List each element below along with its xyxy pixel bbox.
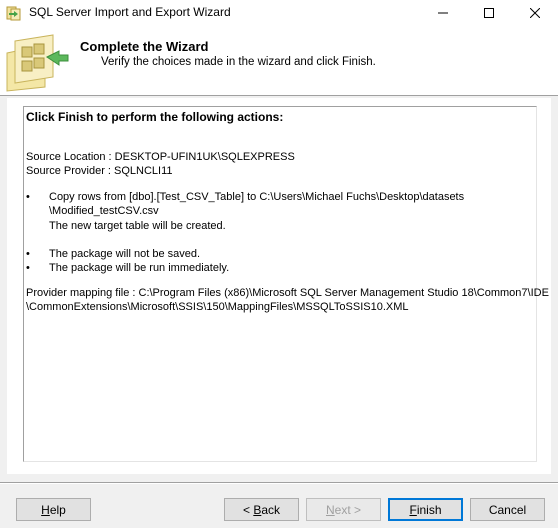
help-mnemonic: H	[41, 502, 50, 517]
finish-mnemonic: F	[409, 502, 417, 517]
back-label: ack	[261, 502, 281, 517]
bullet-dot: •	[26, 248, 30, 260]
summary-heading: Click Finish to perform the following ac…	[26, 110, 284, 124]
cancel-label: Cancel	[488, 502, 527, 517]
maximize-button[interactable]	[466, 0, 512, 26]
next-button[interactable]: Next >	[306, 498, 381, 521]
wizard-window: SQL Server Import and Export Wizard Comp…	[0, 0, 558, 528]
minimize-button[interactable]	[420, 0, 466, 26]
minimize-icon	[438, 12, 448, 14]
back-mnemonic: B	[253, 502, 262, 517]
title-bar[interactable]: SQL Server Import and Export Wizard	[0, 0, 558, 26]
help-button[interactable]: Help	[16, 498, 91, 521]
page-subtitle: Verify the choices made in the wizard an…	[101, 56, 376, 68]
wizard-folder-arrow-icon	[5, 31, 69, 93]
close-button[interactable]	[512, 0, 558, 26]
next-label: ext >	[334, 502, 362, 517]
new-table-text: The new target table will be created.	[49, 220, 226, 232]
summary-textbox[interactable]: Click Finish to perform the following ac…	[23, 106, 549, 462]
help-label: elp	[49, 502, 66, 517]
source-location: Source Location : DESKTOP-UFIN1UK\SQLEXP…	[26, 151, 295, 163]
provider-mapping-line-1: Provider mapping file : C:\Program Files…	[26, 287, 549, 299]
next-mnemonic: N	[325, 502, 335, 517]
source-provider: Source Provider : SQLNCLI11	[26, 165, 173, 177]
wizard-header: Complete the Wizard Verify the choices m…	[0, 26, 558, 96]
package-not-saved: The package will not be saved.	[49, 248, 201, 260]
package-run-immediately: The package will be run immediately.	[49, 262, 230, 274]
bullet-dot: •	[26, 191, 30, 203]
bullet-dot: •	[26, 262, 30, 274]
copy-rows-line-2: \Modified_testCSV.csv	[49, 205, 159, 217]
cancel-button[interactable]: Cancel	[470, 498, 545, 521]
close-icon	[530, 8, 540, 18]
provider-mapping-line-2: \CommonExtensions\Microsoft\SSIS\150\Map…	[26, 301, 409, 313]
finish-button[interactable]: Finish	[388, 498, 463, 521]
app-icon	[6, 5, 22, 21]
footer-separator	[0, 482, 558, 484]
copy-rows-line-1: Copy rows from [dbo].[Test_CSV_Table] to…	[49, 191, 465, 203]
finish-label: inish	[416, 502, 442, 517]
content-panel: Click Finish to perform the following ac…	[7, 98, 551, 474]
back-prefix: <	[242, 502, 254, 517]
page-title: Complete the Wizard	[80, 39, 209, 54]
window-title: SQL Server Import and Export Wizard	[29, 5, 231, 19]
back-button[interactable]: < Back	[224, 498, 299, 521]
maximize-icon	[484, 8, 494, 18]
